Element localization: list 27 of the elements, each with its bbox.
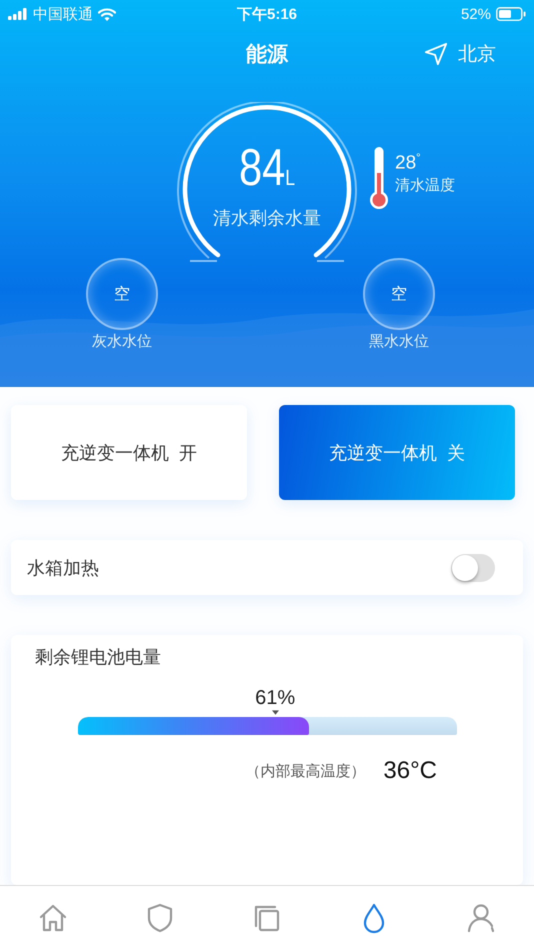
tank-level-indicator: 空 xyxy=(363,258,435,330)
signal-icon xyxy=(8,8,28,20)
pointer-icon xyxy=(272,710,279,715)
tank-level-indicator: 空 xyxy=(86,258,158,330)
battery-icon xyxy=(496,7,526,21)
tank-label: 灰水水位 xyxy=(92,332,152,351)
inverter-button[interactable]: 充逆变一体机 关 xyxy=(279,405,515,500)
water-volume: 84L xyxy=(238,140,296,199)
carrier-name: 中国联通 xyxy=(33,4,93,24)
location-button[interactable]: 北京 xyxy=(424,41,496,67)
heater-toggle[interactable] xyxy=(451,554,495,582)
wifi-icon xyxy=(98,8,116,20)
tank-label: 黑水水位 xyxy=(369,332,429,351)
location-arrow-icon xyxy=(424,42,448,66)
water-temperature: 28$^{°}$ xyxy=(395,152,422,174)
heater-label: 水箱加热 xyxy=(27,556,99,580)
clock-time: 下午5:16 xyxy=(236,4,298,24)
temperature-label: 清水温度 xyxy=(395,176,455,196)
gauge-label: 清水剩余水量 xyxy=(213,207,321,230)
battery-percent-label: 61% xyxy=(255,687,296,710)
max-temp-value: 36°C xyxy=(383,757,437,785)
thermometer-icon xyxy=(369,146,389,210)
battery-percent: 52% xyxy=(460,6,491,22)
page-title: 能源 xyxy=(246,42,288,68)
max-temp-label: （内部最高温度） xyxy=(245,762,366,780)
battery-title: 剩余锂电池电量 xyxy=(35,646,162,669)
inverter-button[interactable]: 充逆变一体机 开 xyxy=(11,405,247,500)
